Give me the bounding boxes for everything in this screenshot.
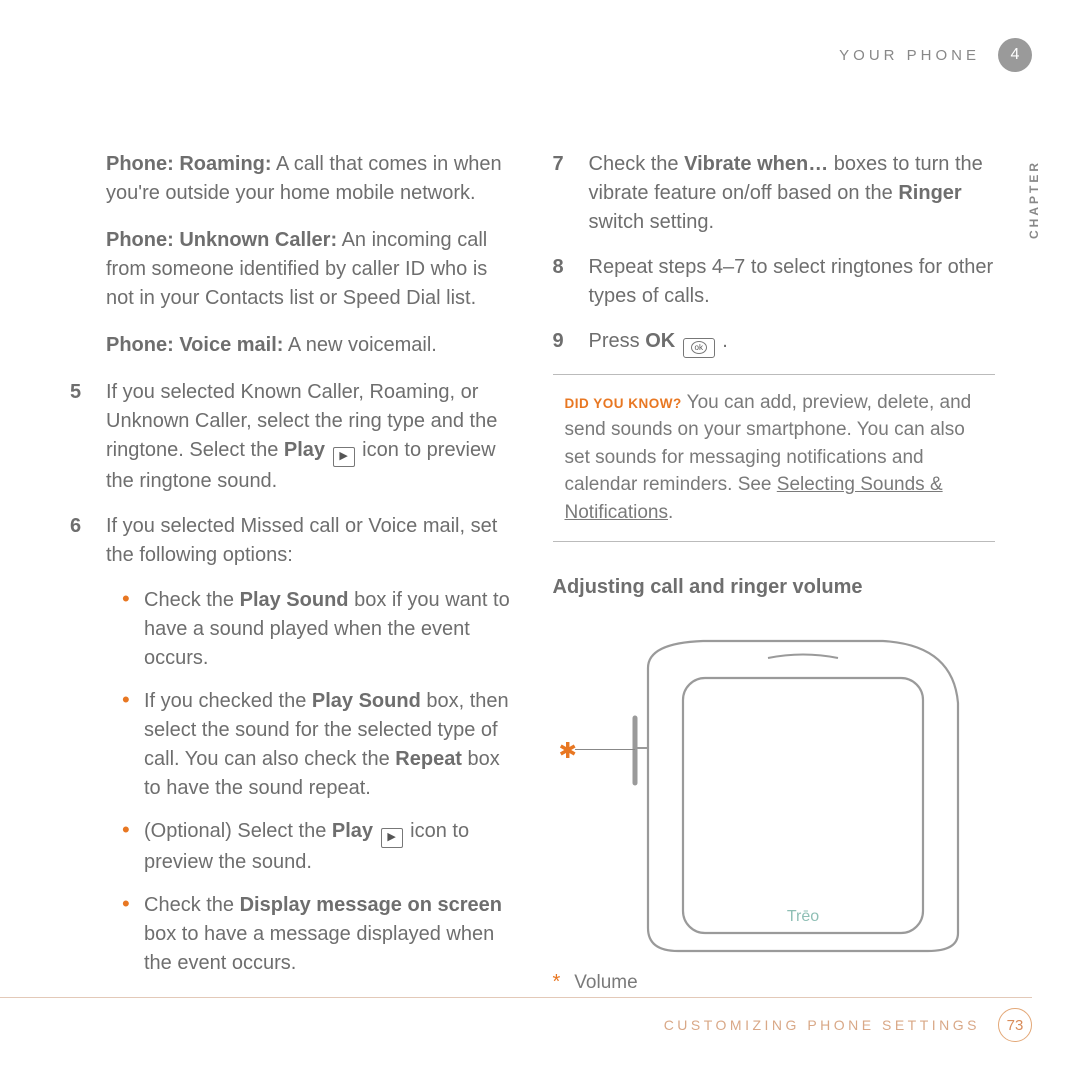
s9-pre: Press xyxy=(589,330,646,352)
section-title: YOUR PHONE xyxy=(839,47,980,64)
s9-bold: OK xyxy=(645,330,675,352)
roaming-label: Phone: Roaming: xyxy=(106,153,272,175)
step-num: 7 xyxy=(553,150,575,237)
b2-pre: If you checked the xyxy=(144,690,312,712)
b4-bold: Display message on screen xyxy=(240,894,502,916)
ok-key-icon: ok xyxy=(683,338,715,358)
bullet-dot-icon: • xyxy=(122,817,132,877)
step-8: 8 Repeat steps 4–7 to select ringtones f… xyxy=(553,253,996,311)
page-footer: CUSTOMIZING PHONE SETTINGS 73 xyxy=(0,997,1080,1042)
play-icon: ▶ xyxy=(333,447,355,467)
voicemail-label: Phone: Voice mail: xyxy=(106,334,283,356)
unknown-para: Phone: Unknown Caller: An incoming call … xyxy=(70,226,513,313)
voicemail-para: Phone: Voice mail: A new voicemail. xyxy=(70,331,513,360)
step-num: 6 xyxy=(70,512,92,570)
unknown-label: Phone: Unknown Caller: xyxy=(106,229,337,251)
s7-b1: Vibrate when… xyxy=(684,153,828,175)
tip-label: DID YOU KNOW? xyxy=(565,396,682,411)
footer-section-text: CUSTOMIZING PHONE SETTINGS xyxy=(664,1017,980,1033)
b3-bold: Play xyxy=(332,820,373,842)
bullet-2: • If you checked the Play Sound box, the… xyxy=(106,687,513,803)
play-label: Play xyxy=(284,439,325,461)
s9-post: . xyxy=(717,330,728,352)
phone-volume-figure: ✱ Trēo xyxy=(553,633,996,963)
b4-pre: Check the xyxy=(144,894,240,916)
chapter-vertical-label: CHAPTER xyxy=(1027,160,1041,239)
bullet-3: • (Optional) Select the Play ▶ icon to p… xyxy=(106,817,513,877)
b1-bold: Play Sound xyxy=(240,589,349,611)
right-column: 7 Check the Vibrate when… boxes to turn … xyxy=(553,150,996,994)
s7-post: switch setting. xyxy=(589,211,715,233)
voicemail-text: A new voicemail. xyxy=(283,334,436,356)
step-6: 6 If you selected Missed call or Voice m… xyxy=(70,512,513,570)
device-brand-label: Trēo xyxy=(786,908,818,925)
s7-b2: Ringer xyxy=(898,182,961,204)
legend-star-icon: * xyxy=(553,971,561,993)
step-9: 9 Press OK ok . xyxy=(553,327,996,358)
s8-text: Repeat steps 4–7 to select ringtones for… xyxy=(589,253,996,311)
b4-post: box to have a message displayed when the… xyxy=(144,923,494,974)
step6-text: If you selected Missed call or Voice mai… xyxy=(106,512,513,570)
bullet-4: • Check the Display message on screen bo… xyxy=(106,891,513,978)
b3-pre: (Optional) Select the xyxy=(144,820,332,842)
b1-pre: Check the xyxy=(144,589,240,611)
bullet-dot-icon: • xyxy=(122,586,132,673)
play-icon: ▶ xyxy=(381,828,403,848)
step-num: 8 xyxy=(553,253,575,311)
bullet-dot-icon: • xyxy=(122,891,132,978)
subheading-adjusting-volume: Adjusting call and ringer volume xyxy=(553,576,996,599)
callout-star-icon: ✱ xyxy=(559,738,577,764)
did-you-know-box: DID YOU KNOW? You can add, preview, dele… xyxy=(553,374,996,542)
bullet-dot-icon: • xyxy=(122,687,132,803)
b2-bold2: Repeat xyxy=(395,748,462,770)
s7-pre: Check the xyxy=(589,153,685,175)
chapter-number-badge: 4 xyxy=(998,38,1032,72)
tip-post: . xyxy=(668,502,673,523)
callout-line xyxy=(575,749,635,751)
step-num: 5 xyxy=(70,378,92,496)
phone-illustration: Trēo xyxy=(553,633,973,953)
b2-bold1: Play Sound xyxy=(312,690,421,712)
bullet-1: • Check the Play Sound box if you want t… xyxy=(106,586,513,673)
figure-legend: * Volume xyxy=(553,971,996,994)
step-7: 7 Check the Vibrate when… boxes to turn … xyxy=(553,150,996,237)
left-column: Phone: Roaming: A call that comes in whe… xyxy=(70,150,513,994)
roaming-para: Phone: Roaming: A call that comes in whe… xyxy=(70,150,513,208)
footer-divider xyxy=(0,997,1032,998)
page-number-badge: 73 xyxy=(998,1008,1032,1042)
legend-text: Volume xyxy=(574,972,637,993)
step-5: 5 If you selected Known Caller, Roaming,… xyxy=(70,378,513,496)
step-num: 9 xyxy=(553,327,575,358)
